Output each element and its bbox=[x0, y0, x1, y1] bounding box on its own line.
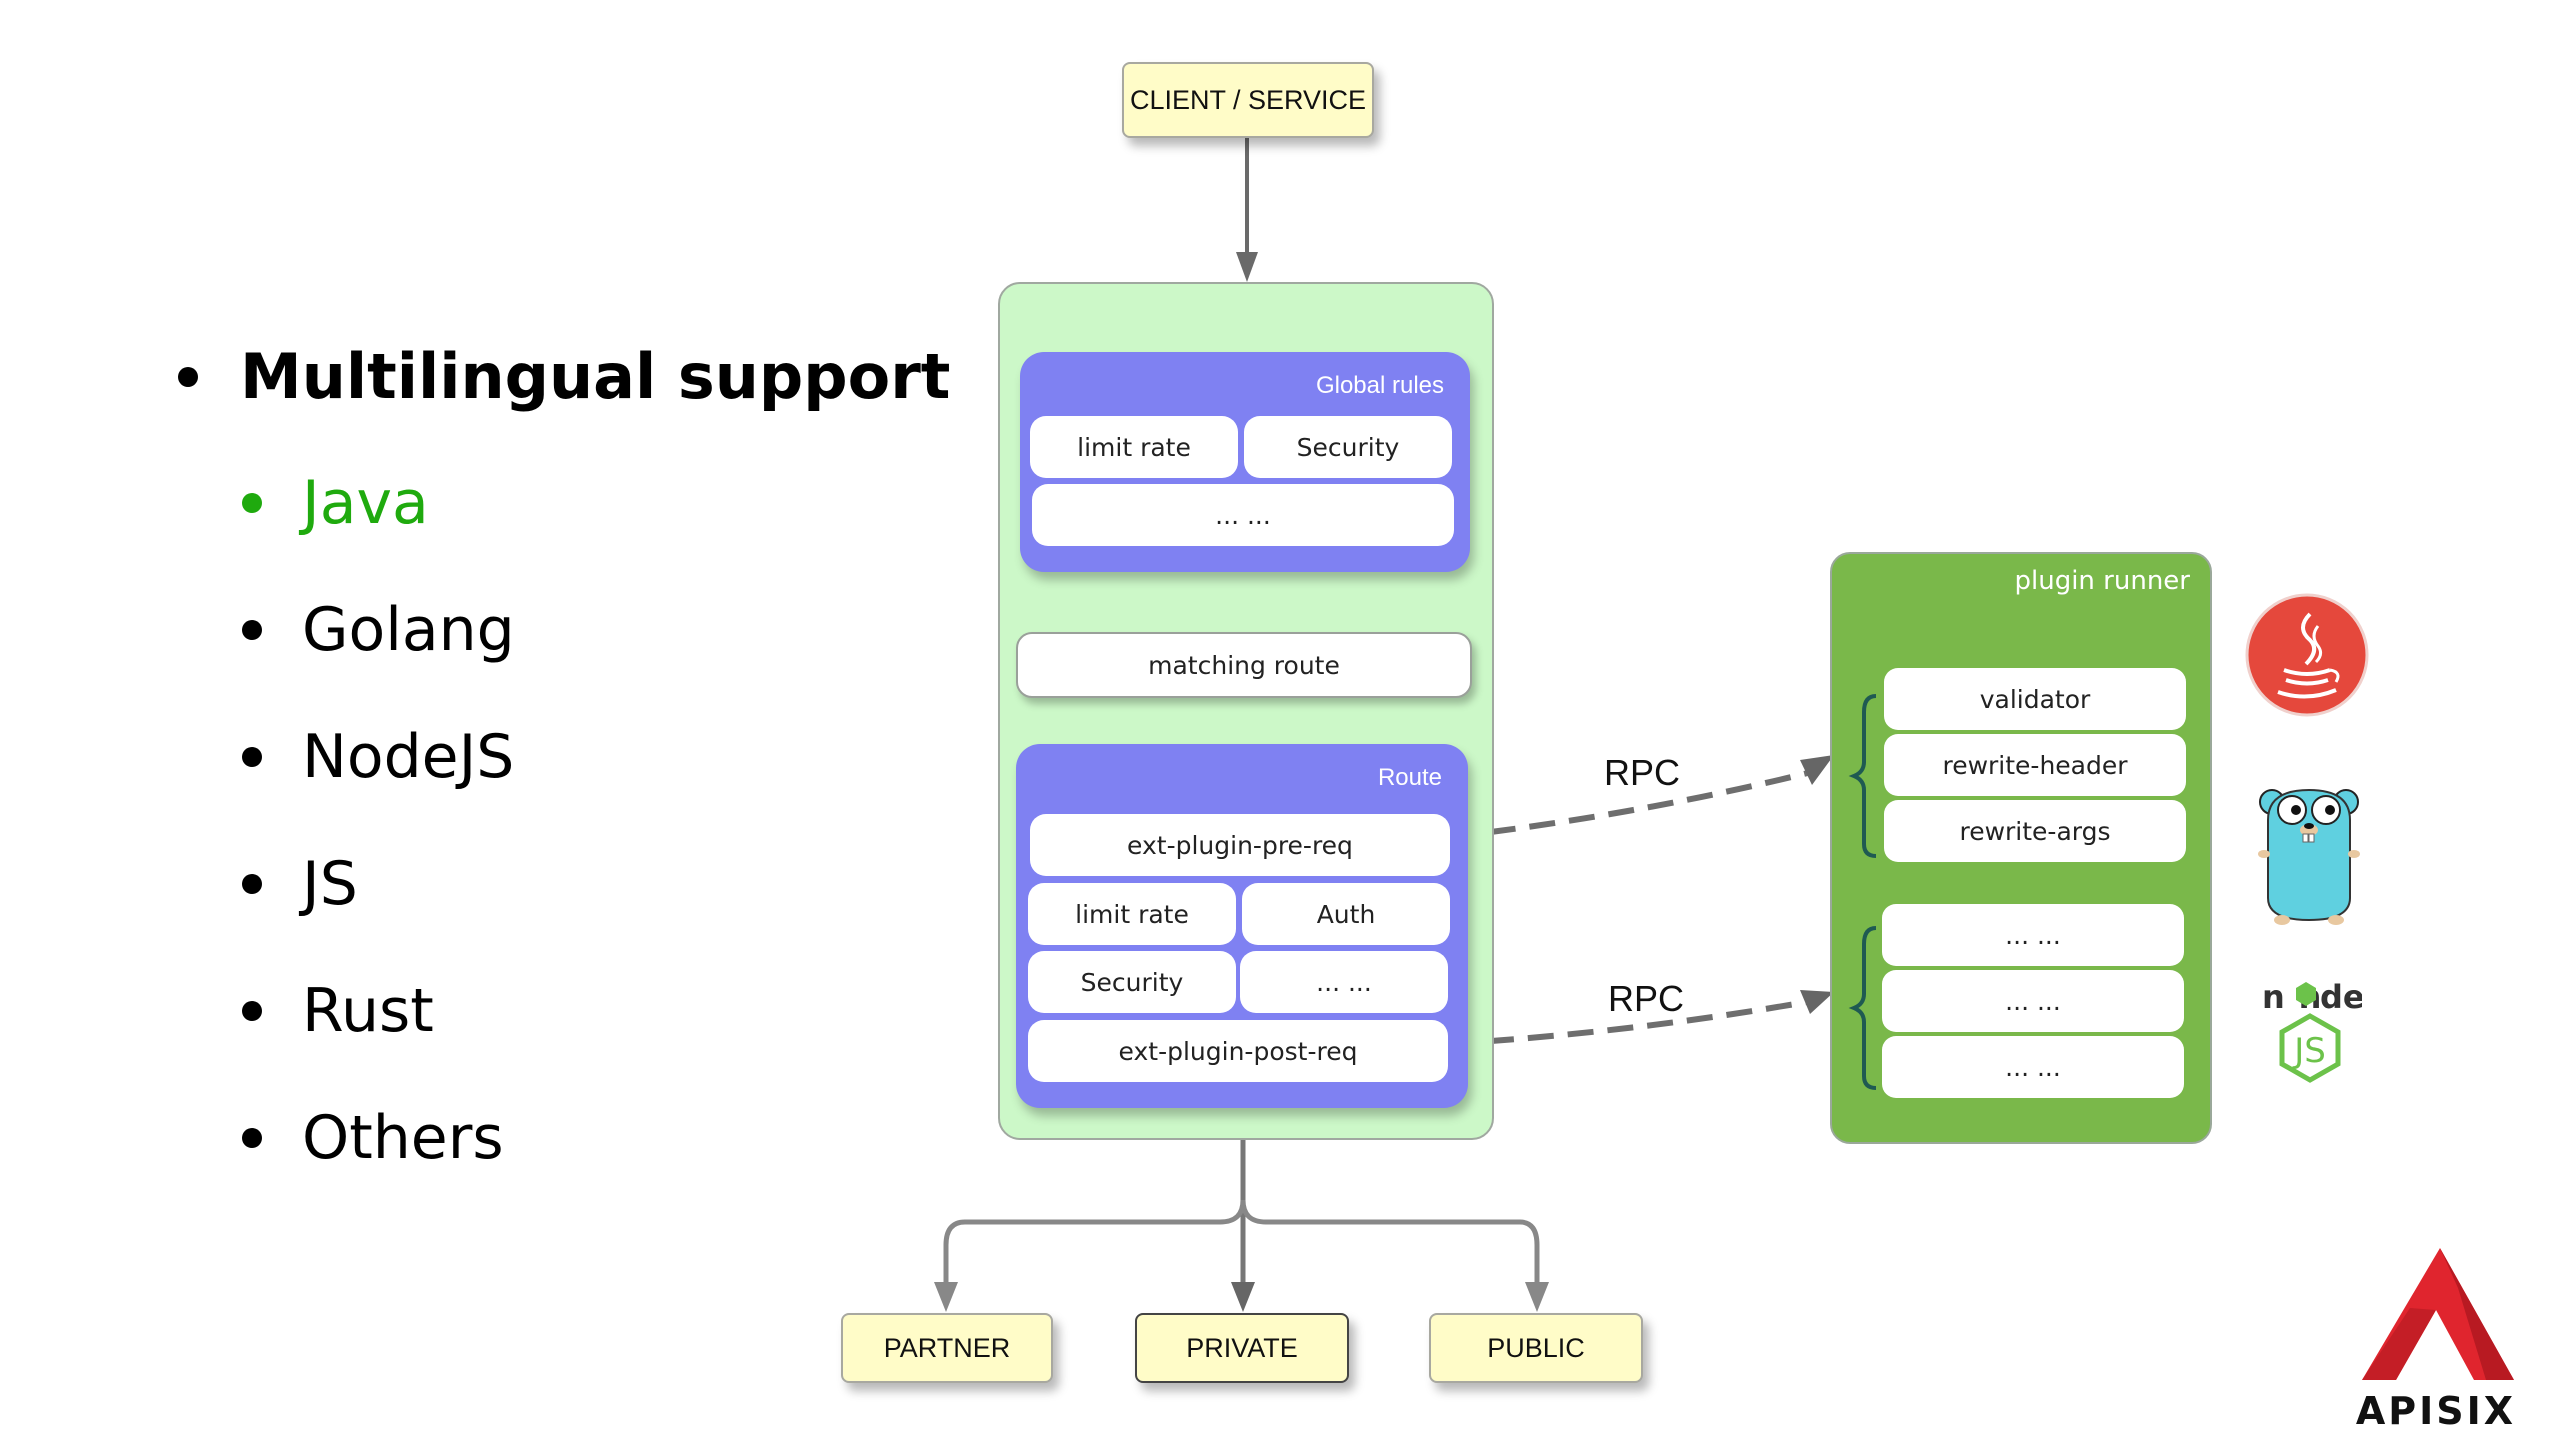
nodejs-icon: n n de JS bbox=[2262, 978, 2362, 1083]
global-more-cell: ... ... bbox=[1032, 484, 1454, 546]
rpc-arrowhead-1 bbox=[1800, 755, 1834, 785]
svg-text:JS: JS bbox=[2292, 1031, 2326, 1071]
ext-plugin-pre-req-cell: ext-plugin-pre-req bbox=[1030, 814, 1450, 876]
plugin-runner-panel: plugin runner validator rewrite-header r… bbox=[1830, 552, 2212, 1144]
runner-more-cell-3: ... ... bbox=[1882, 1036, 2184, 1098]
upstream-branch-right bbox=[1240, 1199, 1540, 1285]
upstream-public-node: PUBLIC bbox=[1429, 1313, 1643, 1383]
global-limit-rate-cell: limit rate bbox=[1030, 416, 1238, 478]
arrowhead-private bbox=[1231, 1282, 1255, 1312]
rewrite-header-cell: rewrite-header bbox=[1884, 734, 2186, 796]
route-security-cell: Security bbox=[1028, 951, 1236, 1013]
rpc-arrowhead-2 bbox=[1800, 990, 1834, 1014]
matching-route-node: matching route bbox=[1016, 632, 1472, 698]
rewrite-args-cell: rewrite-args bbox=[1884, 800, 2186, 862]
client-service-node: CLIENT / SERVICE bbox=[1122, 62, 1374, 138]
arrowhead-partner bbox=[934, 1282, 958, 1312]
validator-cell: validator bbox=[1884, 668, 2186, 730]
ext-plugin-post-req-cell: ext-plugin-post-req bbox=[1028, 1020, 1448, 1082]
brace-icon-2 bbox=[1848, 926, 1877, 1090]
upstream-private-node: PRIVATE bbox=[1135, 1313, 1349, 1383]
client-arrowhead bbox=[1236, 252, 1258, 282]
upstream-partner-node: PARTNER bbox=[841, 1313, 1053, 1383]
route-auth-cell: Auth bbox=[1242, 883, 1450, 945]
golang-gopher-icon bbox=[2258, 788, 2360, 925]
java-icon bbox=[2245, 593, 2369, 717]
rpc-label-post: RPC bbox=[1608, 978, 1685, 1019]
global-rules-title: Global rules bbox=[1315, 372, 1444, 399]
runner-more-cell-2: ... ... bbox=[1882, 970, 2184, 1032]
upstream-branch-left bbox=[943, 1199, 1246, 1285]
route-title: Route bbox=[1377, 764, 1442, 791]
brace-icon-1 bbox=[1848, 694, 1877, 858]
svg-text:de: de bbox=[2320, 978, 2362, 1016]
global-security-cell: Security bbox=[1244, 416, 1452, 478]
rpc-label-pre: RPC bbox=[1604, 752, 1681, 793]
route-limit-rate-cell: limit rate bbox=[1028, 883, 1236, 945]
plugin-runner-title: plugin runner bbox=[2014, 566, 2191, 596]
apisix-logo-text: APISIX bbox=[2356, 1389, 2516, 1433]
route-more-cell: ... ... bbox=[1240, 951, 1448, 1013]
route-panel: Route ext-plugin-pre-req limit rate Auth… bbox=[1016, 744, 1468, 1108]
arrowhead-public bbox=[1525, 1282, 1549, 1312]
svg-text:n: n bbox=[2262, 978, 2285, 1016]
global-rules-panel: Global rules limit rate Security ... ... bbox=[1020, 352, 1470, 572]
runner-more-cell-1: ... ... bbox=[1882, 904, 2184, 966]
brace-icons bbox=[1848, 694, 1877, 1090]
apisix-logo-icon: APISIX bbox=[2356, 1248, 2516, 1433]
